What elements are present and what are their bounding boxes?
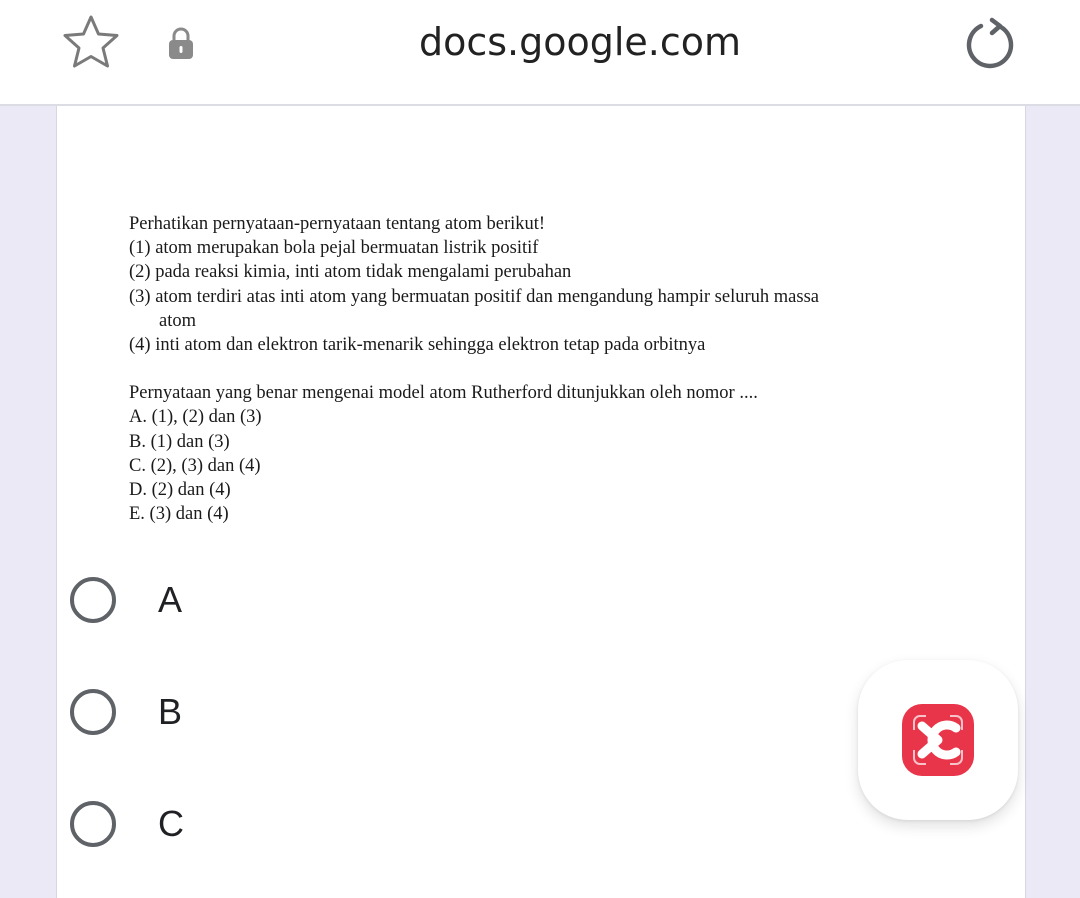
question-prompt: Pernyataan yang benar mengenai model ato… [129,383,758,404]
statement-3-continued: atom [159,310,196,331]
statement-4: (4) inti atom dan elektron tarik-menarik… [129,335,706,356]
option-label-c: C [158,803,184,844]
browser-top-bar: docs.google.com [0,0,1080,106]
lock-icon [169,27,193,59]
statement-1: (1) atom merupakan bola pejal bermuatan … [129,238,539,259]
choice-e: E. (3) dan (4) [129,504,229,525]
choice-c: C. (2), (3) dan (4) [129,455,261,476]
star-icon[interactable] [62,14,120,70]
radio-button-c[interactable] [70,801,116,847]
question-intro: Perhatikan pernyataan-pernyataan tentang… [129,214,546,234]
radio-button-b[interactable] [70,689,116,735]
reload-icon[interactable] [962,14,1018,72]
option-c[interactable]: C [70,794,184,854]
option-a[interactable]: A [70,570,182,630]
radio-button-a[interactable] [70,577,116,623]
choice-d: D. (2) dan (4) [129,480,231,501]
option-label-a: A [158,579,183,620]
statement-3: (3) atom terdiri atas inti atom yang ber… [129,286,819,307]
floating-capture-button[interactable] [858,660,1018,820]
option-b[interactable]: B [70,682,182,742]
statement-2: (2) pada reaksi kimia, inti atom tidak m… [129,262,572,283]
option-label-b: B [158,691,183,732]
screen-capture-icon [902,704,974,776]
question-image-text: Perhatikan pernyataan-pernyataan tentang… [129,212,929,526]
choice-b: B. (1) dan (3) [129,431,230,452]
choice-a: A. (1), (2) dan (3) [129,407,262,428]
address-bar-url[interactable]: docs.google.com [360,14,800,70]
